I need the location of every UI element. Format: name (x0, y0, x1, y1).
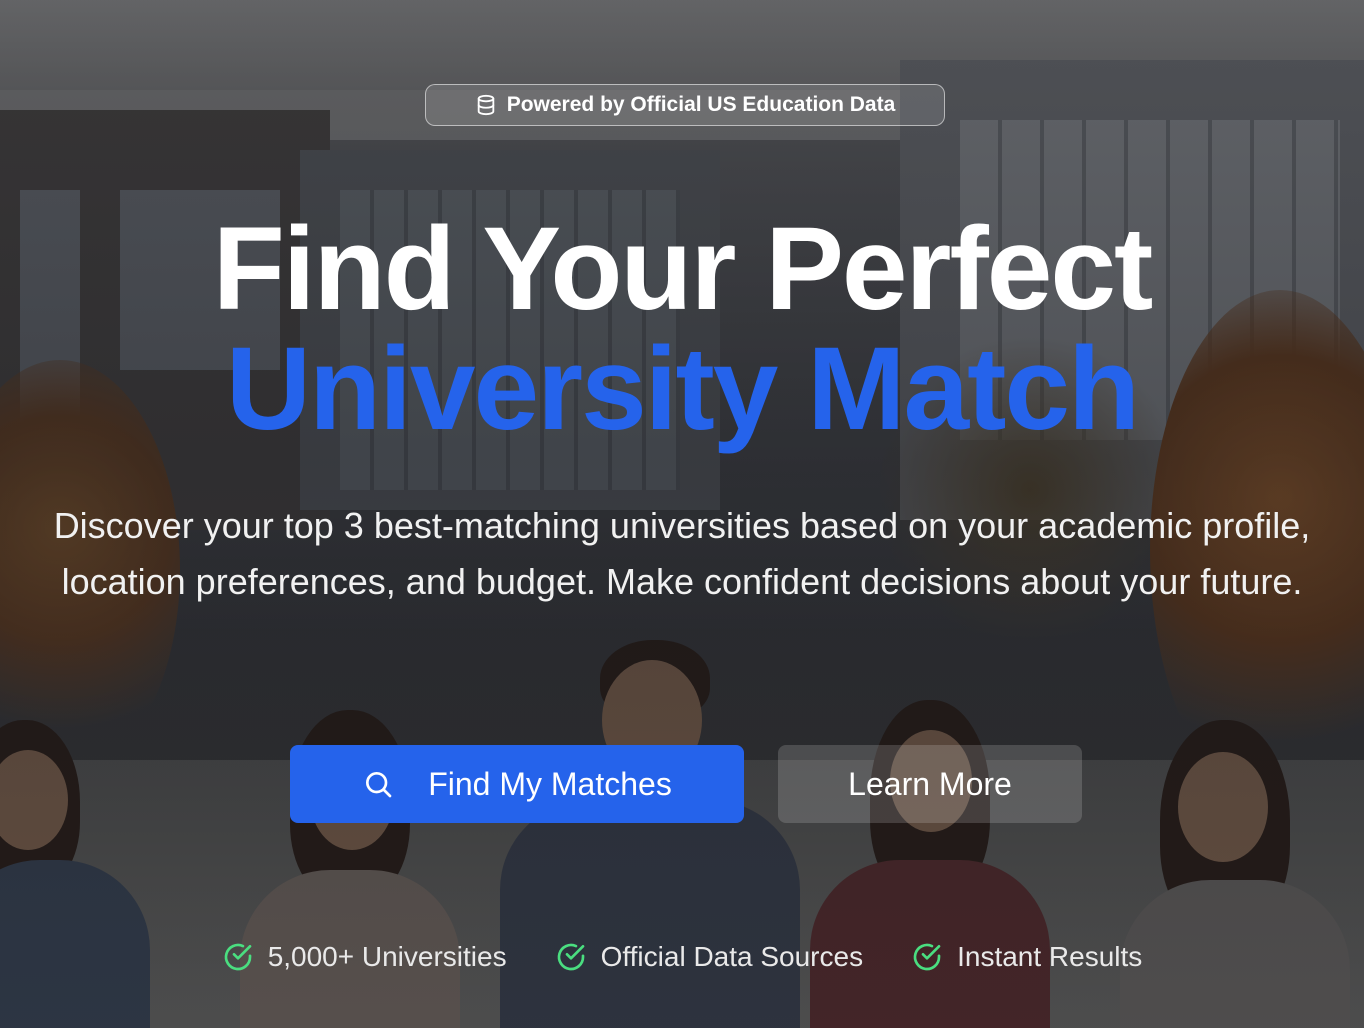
find-matches-label: Find My Matches (428, 765, 672, 802)
feature-item: Official Data Sources (555, 941, 864, 973)
hero-subtitle: Discover your top 3 best-matching univer… (53, 505, 1311, 602)
hero-title: Find Your Perfect (212, 203, 1154, 335)
learn-more-button[interactable]: Learn More (778, 745, 1082, 823)
check-circle-icon (224, 943, 252, 971)
hero-section: Powered by Official US Education Data Fi… (0, 0, 1364, 1028)
search-icon (366, 772, 392, 798)
learn-more-label: Learn More (848, 765, 1012, 802)
hero-title-accent: University Match (225, 323, 1140, 455)
feature-list: 5,000+ Universities Official Data Source… (0, 932, 1364, 982)
find-matches-button[interactable]: Find My Matches (290, 745, 744, 823)
feature-label: Official Data Sources (600, 941, 864, 972)
check-circle-icon (913, 943, 941, 971)
check-circle-icon (557, 943, 584, 971)
data-source-badge: Powered by Official US Education Data (425, 84, 945, 126)
feature-item: Instant Results (911, 941, 1142, 973)
database-icon (477, 94, 494, 116)
feature-item: 5,000+ Universities (222, 941, 507, 973)
badge-label: Powered by Official US Education Data (506, 93, 896, 116)
feature-label: 5,000+ Universities (267, 941, 507, 972)
feature-label: Instant Results (957, 941, 1143, 972)
